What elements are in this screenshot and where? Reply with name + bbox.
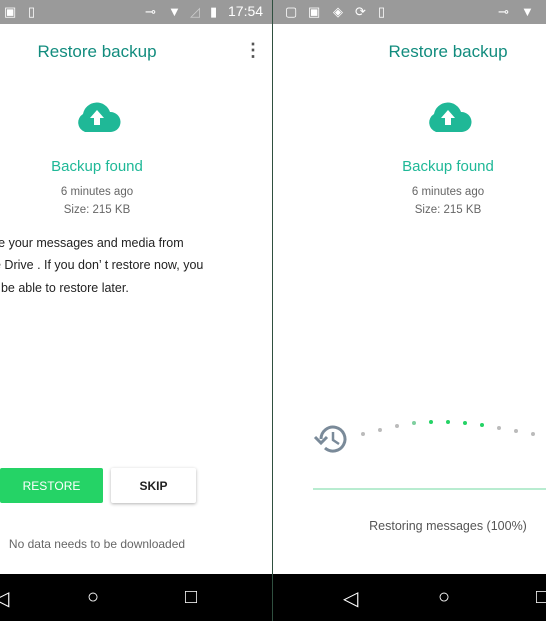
progress-dot <box>514 429 518 433</box>
backup-found-heading: Backup found <box>402 158 494 175</box>
progress-dot <box>378 428 382 432</box>
page-title: Restore backup <box>388 42 508 61</box>
progress-dot <box>395 424 399 428</box>
backup-time: 6 minutes ago <box>60 186 134 198</box>
backup-found-heading: Backup found <box>51 158 143 175</box>
page-title: Restore backup <box>37 42 157 61</box>
cloud-upload-icon <box>429 102 472 132</box>
skip-button[interactable]: SKIP <box>111 468 196 503</box>
phone-download-icon: ▯ <box>378 4 386 19</box>
shield-icon: ◈ <box>333 4 343 19</box>
status-bar: ▣ ▯ ⊸ ▼ ◿ ▮ 17:54 <box>0 0 272 24</box>
image-icon: ▣ <box>308 4 321 19</box>
progress-dot <box>361 432 365 436</box>
message-line: re your messages and media from <box>0 236 184 250</box>
no-signal-icon: ◿ <box>190 4 200 19</box>
screen-icon: ▢ <box>285 4 298 19</box>
sync-icon: ⟳ <box>355 4 366 19</box>
message-line: e Drive . If you don’ t restore now, you <box>0 258 204 272</box>
progress-dot <box>429 420 433 424</box>
navigation-bar: ◁ ○ □ <box>273 574 546 621</box>
message-line: t be able to restore later. <box>0 281 129 295</box>
wifi-icon: ▼ <box>521 4 534 19</box>
right-screen: ▢ ▣ ◈ ⟳ ▯ ⊸ ▼ Restore backup Backup foun… <box>273 0 546 621</box>
cloud-upload-icon <box>78 102 121 132</box>
left-screen: ▣ ▯ ⊸ ▼ ◿ ▮ 17:54 Restore backup ⋮ Backu… <box>0 0 272 621</box>
home-icon[interactable]: ○ <box>438 586 450 609</box>
key-icon: ⊸ <box>498 4 509 19</box>
status-time: 17:54 <box>228 3 264 19</box>
progress-dot <box>480 423 484 427</box>
progress-dot <box>446 420 450 424</box>
key-icon: ⊸ <box>145 4 156 19</box>
image-icon: ▣ <box>4 4 17 19</box>
recents-icon[interactable]: □ <box>536 586 546 609</box>
backup-time: 6 minutes ago <box>411 186 485 198</box>
navigation-bar: ◁ ○ □ <box>0 574 272 621</box>
status-bar: ▢ ▣ ◈ ⟳ ▯ ⊸ ▼ <box>273 0 546 24</box>
progress-dot <box>531 432 535 436</box>
progress-dot <box>412 421 416 425</box>
back-icon[interactable]: ◁ <box>343 586 358 611</box>
restore-history-icon <box>313 425 347 453</box>
wifi-icon: ▼ <box>168 4 181 19</box>
progress-text: Restoring messages (100%) <box>369 519 527 533</box>
back-icon[interactable]: ◁ <box>0 586 9 611</box>
progress-dot <box>463 421 467 425</box>
download-info: No data needs to be downloaded <box>8 537 186 551</box>
recents-icon[interactable]: □ <box>185 586 197 609</box>
progress-bar <box>313 488 546 490</box>
backup-size: Size: 215 KB <box>414 204 482 216</box>
backup-size: Size: 215 KB <box>63 204 131 216</box>
restore-button[interactable]: RESTORE <box>0 468 103 503</box>
progress-dot <box>497 426 501 430</box>
more-options-icon[interactable]: ⋮ <box>244 40 262 61</box>
battery-icon: ▮ <box>210 4 218 19</box>
phone-download-icon: ▯ <box>28 4 36 19</box>
home-icon[interactable]: ○ <box>87 586 99 609</box>
